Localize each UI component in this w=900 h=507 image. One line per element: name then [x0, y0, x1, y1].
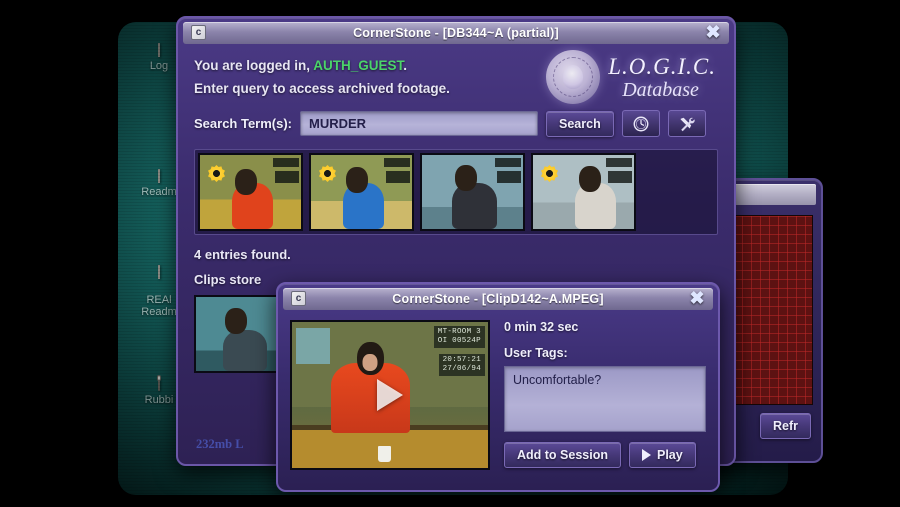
entries-found-text: 4 entries found.: [194, 247, 291, 262]
clip-titlebar[interactable]: c CornerStone - [ClipD142~A.MPEG] ✖: [283, 288, 713, 310]
logic-logo: L.O.G.I.C. Database: [546, 50, 716, 104]
app-icon: c: [291, 291, 306, 306]
login-username: AUTH_GUEST: [313, 58, 404, 73]
search-button[interactable]: Search: [546, 110, 614, 137]
user-tags-input[interactable]: [504, 366, 706, 432]
refresh-button[interactable]: Refr: [759, 413, 811, 439]
app-icon: c: [191, 25, 206, 40]
search-label: Search Term(s):: [194, 116, 293, 131]
clip-thumb-2[interactable]: [309, 153, 414, 231]
clip-thumb-4[interactable]: [531, 153, 636, 231]
logo-line2: Database: [622, 78, 699, 101]
clip-thumb-1[interactable]: [198, 153, 303, 231]
video-hud-timestamp: 20:57:21 27/06/94: [438, 354, 485, 376]
close-icon[interactable]: ✖: [703, 23, 723, 43]
search-row: Search Term(s): Search: [194, 110, 718, 137]
results-thumbnail-strip: [194, 149, 718, 235]
tools-icon[interactable]: [667, 110, 706, 137]
screen: Log Readm REAl Readm Rubbi Database Chec…: [0, 0, 900, 507]
seal-emblem: [546, 50, 601, 104]
db-window-title: CornerStone - [DB344~A (partial)]: [353, 26, 559, 40]
play-triangle-icon[interactable]: [377, 379, 403, 411]
logo-line1: L.O.G.I.C.: [608, 53, 716, 79]
add-to-session-button[interactable]: Add to Session: [504, 442, 621, 468]
clip-thumb-3[interactable]: [420, 153, 525, 231]
play-button[interactable]: Play: [628, 442, 696, 468]
login-prefix: You are logged in,: [194, 58, 314, 73]
search-input[interactable]: [300, 111, 539, 136]
clock-icon[interactable]: [621, 110, 660, 137]
video-hud-room: MT-ROOM 3 OI 00524P: [433, 326, 485, 348]
cornerstone-clip-window[interactable]: c CornerStone - [ClipD142~A.MPEG] ✖ MT-R…: [276, 282, 720, 492]
close-icon[interactable]: ✖: [687, 289, 707, 309]
clip-duration: 0 min 32 sec: [504, 320, 579, 334]
db-titlebar[interactable]: c CornerStone - [DB344~A (partial)] ✖: [183, 22, 729, 44]
storage-size-label: 232mb L: [196, 437, 244, 451]
login-suffix: .: [403, 58, 408, 73]
user-tags-label: User Tags:: [504, 346, 568, 360]
video-player[interactable]: MT-ROOM 3 OI 00524P 20:57:21 27/06/94: [290, 320, 490, 470]
clip-window-title: CornerStone - [ClipD142~A.MPEG]: [392, 292, 604, 306]
play-triangle-icon: [641, 449, 651, 461]
